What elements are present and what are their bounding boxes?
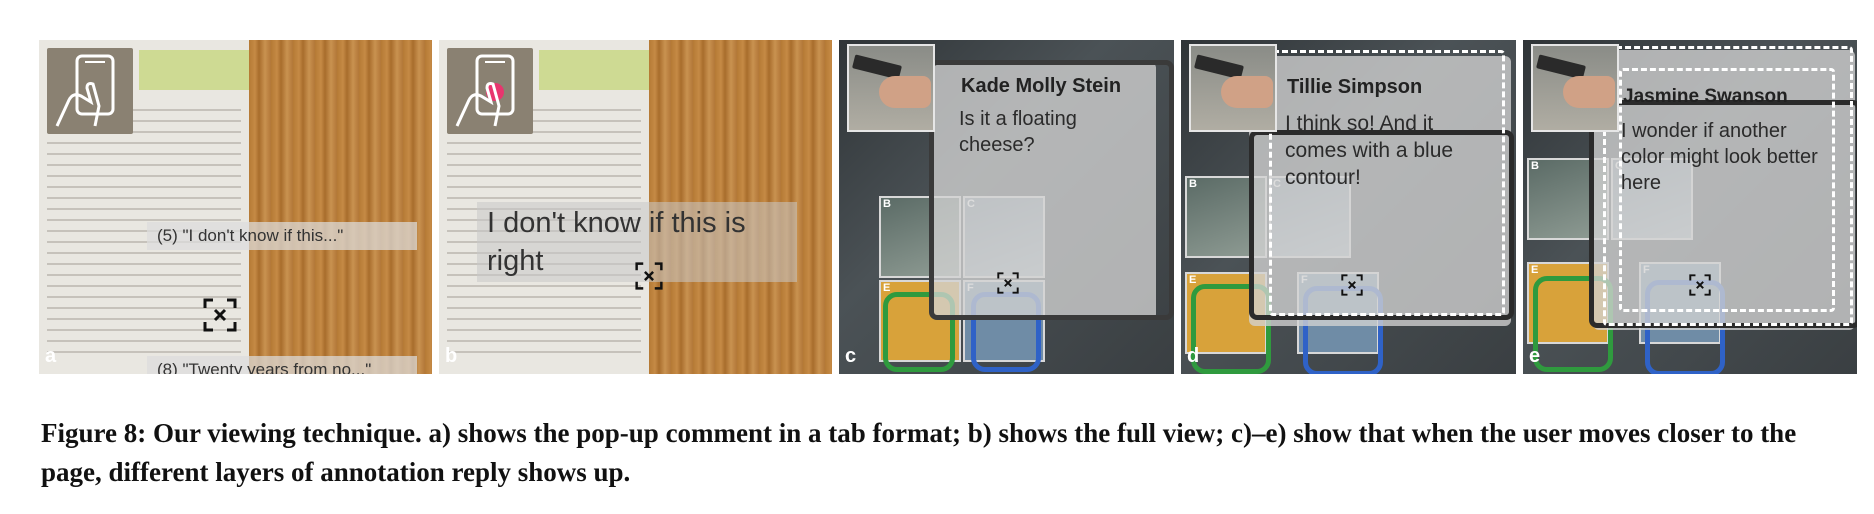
reply-author: Jasmine Swanson (1623, 86, 1788, 107)
panel-a: (5) "I don't know if this..." (8) "Twent… (39, 40, 432, 374)
avatar (1189, 44, 1277, 132)
tab-comment-next[interactable]: (8) "Twenty years from no..." (147, 356, 417, 374)
tab-comment[interactable]: (5) "I don't know if this..." (147, 222, 417, 250)
panel-label: e (1529, 345, 1541, 367)
thumbnail-label: B (1531, 160, 1539, 172)
panel-label: a (45, 345, 57, 367)
reticle-icon (203, 298, 237, 332)
hand (1563, 76, 1615, 108)
thumbnail-label: E (1189, 274, 1197, 286)
panel-label: c (845, 345, 857, 367)
thumbnail-label: B (883, 198, 891, 210)
reticle-icon (1689, 274, 1711, 296)
avatar (1531, 44, 1619, 132)
panel-b: I don't know if this is right b (439, 40, 832, 374)
reply-text: Is it a floating cheese? (959, 108, 1077, 156)
panel-label: b (445, 345, 458, 367)
phone-touch-icon (447, 48, 533, 134)
reply-text: I wonder if another color might look bet… (1621, 120, 1818, 194)
hand (879, 76, 931, 108)
reply-author: Tillie Simpson (1287, 76, 1423, 98)
panel-c: B C E F Kade Molly Stein Is it a floatin… (839, 40, 1174, 374)
reticle-icon (635, 262, 663, 290)
wood-table (249, 40, 432, 374)
panel-d: B C E F Tillie Simpson I think so! And i… (1181, 40, 1516, 374)
hand (1221, 76, 1273, 108)
reticle-icon (997, 272, 1019, 294)
reply-author: Kade Molly Stein (961, 75, 1122, 97)
panel-e: B C E F Jasmine Swanson I wonder if anot… (1523, 40, 1857, 374)
phone-touch-icon (47, 48, 133, 134)
thumbnail-label: B (1189, 178, 1197, 190)
figure-8-image-row: (5) "I don't know if this..." (8) "Twent… (39, 40, 1857, 374)
thumbnail-label: E (1531, 264, 1539, 276)
reticle-icon (1341, 274, 1363, 296)
figure-caption: Figure 8: Our viewing technique. a) show… (41, 418, 1797, 487)
reply-text: I think so! And it comes with a blue con… (1285, 112, 1454, 189)
panel-label: d (1187, 345, 1200, 367)
avatar (847, 44, 935, 132)
thumbnail-label: E (883, 282, 891, 294)
text-highlight (139, 50, 249, 90)
reply-frame (929, 60, 1174, 320)
text-highlight (539, 50, 649, 90)
